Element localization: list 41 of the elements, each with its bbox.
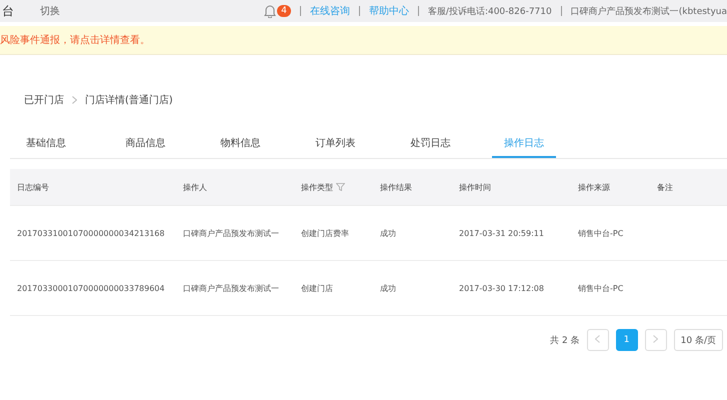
column-header: 操作时间: [459, 182, 491, 194]
switch-link[interactable]: 切换: [40, 4, 60, 18]
breadcrumb-item[interactable]: 门店详情(普通门店): [85, 93, 173, 107]
table-cell-text: 口碑商户产品预发布测试一: [183, 228, 279, 240]
next-page-button[interactable]: [644, 329, 667, 351]
table-cell-text: 20170330001070000000033789604: [17, 282, 165, 294]
table-cell-text: 20170331001070000000034213168: [17, 228, 165, 240]
tab[interactable]: 基础信息: [10, 129, 98, 158]
tab[interactable]: 商品信息: [98, 129, 193, 158]
total-count: 共 2 条: [550, 334, 580, 346]
column-header: 日志编号: [17, 182, 49, 194]
tab[interactable]: 物料信息: [193, 129, 288, 158]
table-cell-text: 创建门店: [301, 282, 333, 294]
table-cell-text: 口碑商户产品预发布测试一: [183, 282, 279, 294]
column-header: 操作来源: [578, 182, 610, 194]
table-cell-text: 创建门店费率: [301, 228, 349, 240]
column-header: 操作结果: [380, 182, 412, 194]
column-header: 操作人: [183, 182, 207, 194]
logo-text: 台: [2, 2, 14, 20]
notification-badge: 4: [277, 5, 291, 17]
hotline-text: 客服/投诉电话:400-826-7710: [428, 6, 552, 18]
chevron-right-icon: [72, 96, 77, 104]
column-header: 备注: [657, 182, 673, 194]
previous-page-button[interactable]: [586, 329, 609, 351]
tab[interactable]: 处罚日志: [383, 129, 478, 158]
table-cell-text: 2017-03-31 20:59:11: [459, 228, 544, 240]
account-link[interactable]: 口碑商户产品预发布测试一(kbtestyua: [570, 4, 727, 18]
chevron-left-icon: [595, 334, 600, 342]
table-cell-text: 成功: [380, 282, 396, 294]
breadcrumb-item[interactable]: 已开门店: [24, 93, 64, 107]
column-header: 操作类型: [301, 182, 333, 194]
table-cell-text: 2017-03-30 17:12:08: [459, 282, 544, 294]
chevron-right-icon: [653, 334, 658, 342]
filter-icon[interactable]: [336, 183, 345, 191]
table-cell-text: 销售中台-PC: [578, 228, 624, 240]
table-cell-text: 成功: [380, 228, 396, 240]
tab[interactable]: 订单列表: [288, 129, 383, 158]
page-size-select[interactable]: 10 条/页: [674, 329, 723, 351]
bell-icon: [264, 4, 276, 18]
table-cell-text: 销售中台-PC: [578, 282, 624, 294]
alert-text: 风险事件通报，请点击详情查看。: [0, 34, 150, 47]
